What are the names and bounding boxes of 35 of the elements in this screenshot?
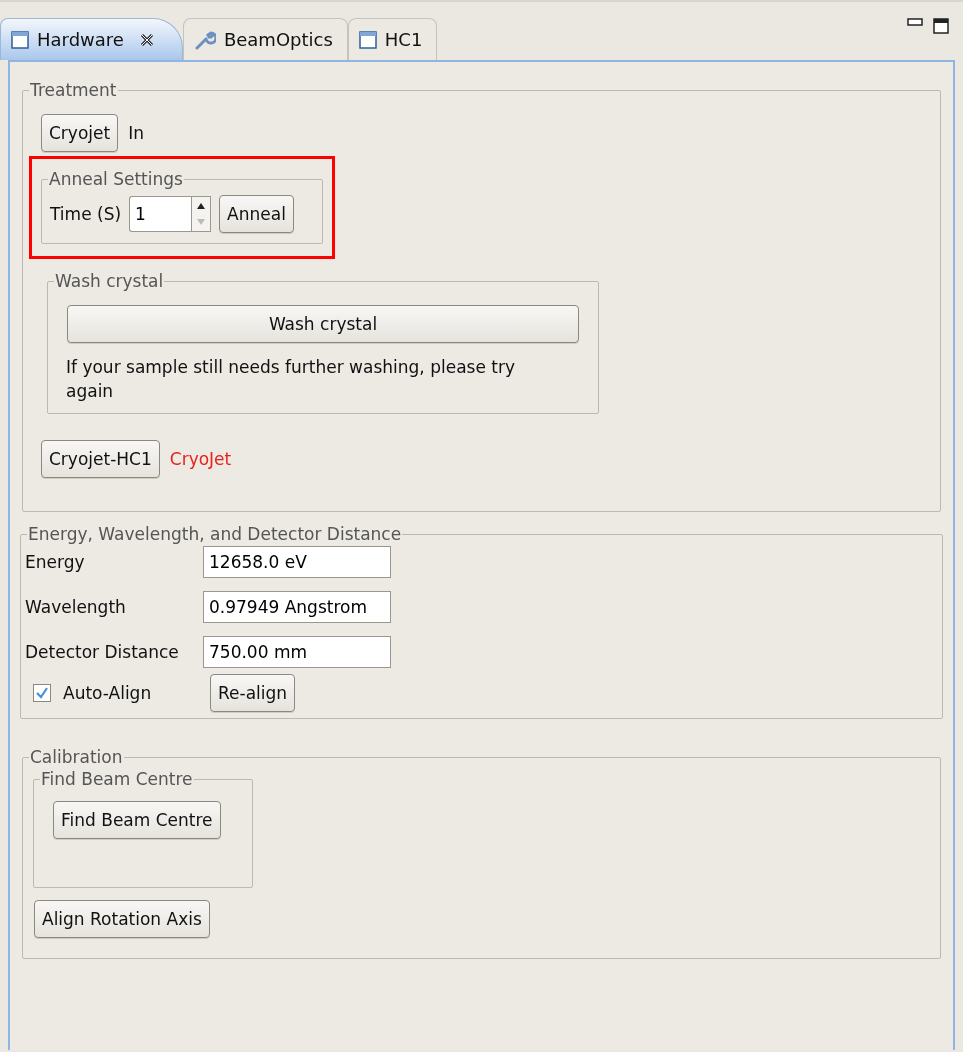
time-field[interactable]: 1	[129, 196, 192, 232]
window-icon	[358, 30, 377, 49]
close-icon[interactable]	[139, 32, 154, 47]
window-icon	[11, 30, 29, 49]
cryojet-state: In	[128, 123, 144, 143]
minimize-icon[interactable]	[907, 18, 923, 26]
field-label: Energy	[25, 552, 86, 572]
maximize-icon[interactable]	[933, 18, 949, 34]
group-title: Calibration	[29, 747, 124, 767]
value-field[interactable]: 750.00 mm	[203, 636, 391, 668]
field-label: Wavelength	[25, 597, 127, 617]
group-title: Energy, Wavelength, and Detector Distance	[27, 524, 403, 544]
wash-message: If your sample still needs further washing, please try again	[66, 356, 516, 403]
group-title: Anneal Settings	[48, 169, 184, 189]
find-beam-centre-button[interactable]: Find Beam Centre	[53, 801, 221, 839]
cryojet-button[interactable]: Cryojet	[41, 114, 119, 152]
align-rotation-axis-button[interactable]: Align Rotation Axis	[34, 900, 210, 938]
group-title: Find Beam Centre	[40, 769, 194, 789]
auto-align-checkbox[interactable]	[33, 684, 51, 702]
anneal-button[interactable]: Anneal	[219, 195, 294, 233]
realign-button[interactable]: Re-align	[210, 674, 296, 712]
tab[interactable]: HC1	[347, 18, 438, 60]
tab[interactable]: BeamOptics	[182, 18, 348, 60]
value-field[interactable]: 0.97949 Angstrom	[203, 591, 391, 623]
cryojet-hc1-button[interactable]: Cryojet-HC1	[41, 440, 160, 478]
tab[interactable]: Hardware	[0, 18, 183, 60]
group-title: Wash crystal	[54, 271, 165, 291]
wash-crystal-button[interactable]: Wash crystal	[67, 305, 579, 343]
spinner-arrows-icon[interactable]	[191, 196, 212, 232]
group-title: Treatment	[29, 80, 118, 100]
time-label: Time (S)	[50, 204, 122, 224]
value-field[interactable]: 12658.0 eV	[203, 546, 391, 578]
field-label: Detector Distance	[25, 642, 180, 662]
cryojet-status: CryoJet	[169, 449, 232, 469]
auto-align-label: Auto-Align	[63, 683, 153, 703]
